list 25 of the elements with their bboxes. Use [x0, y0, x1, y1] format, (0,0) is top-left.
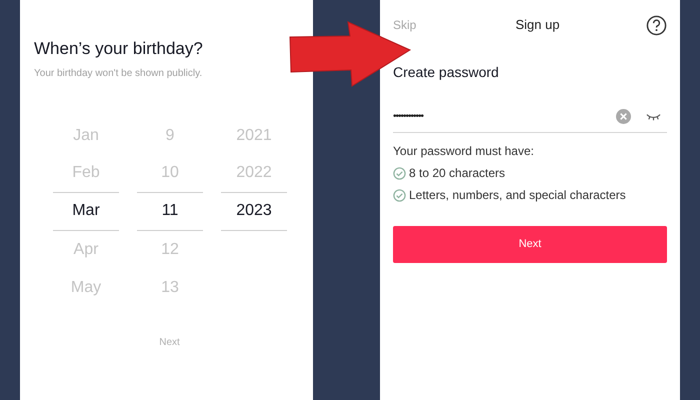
- picker-option[interactable]: 11: [137, 192, 203, 230]
- screen-title: When’s your birthday?: [34, 38, 204, 60]
- picker-option[interactable]: Apr: [53, 230, 119, 268]
- picker-option[interactable]: 2021: [221, 116, 287, 154]
- next-button[interactable]: Next: [393, 226, 667, 263]
- header-title: Sign up: [514, 16, 561, 34]
- picker-option[interactable]: Jan: [53, 116, 119, 154]
- password-rule: 8 to 20 characters: [409, 165, 506, 182]
- screen-subtitle: Your birthday won't be shown publicly.: [34, 66, 204, 80]
- section-heading: Create password: [393, 63, 500, 82]
- picker-option[interactable]: 13: [137, 268, 203, 306]
- picker-option[interactable]: 2023: [221, 192, 287, 230]
- eye-closed-icon[interactable]: [646, 112, 661, 120]
- picker-option[interactable]: 9: [137, 116, 203, 154]
- help-icon[interactable]: [646, 14, 667, 36]
- picker-option[interactable]: 2022: [221, 154, 287, 192]
- password-rule: Letters, numbers, and special characters: [409, 187, 626, 204]
- picker-option[interactable]: Mar: [53, 192, 119, 230]
- picker-option[interactable]: May: [53, 268, 119, 306]
- picker-option[interactable]: Feb: [53, 154, 119, 192]
- password-field[interactable]: ••••••••••••: [393, 101, 667, 133]
- picker-option[interactable]: 12: [137, 230, 203, 268]
- rules-title: Your password must have:: [393, 143, 535, 160]
- skip-link[interactable]: Skip: [393, 16, 433, 34]
- picker-option[interactable]: 10: [137, 154, 203, 192]
